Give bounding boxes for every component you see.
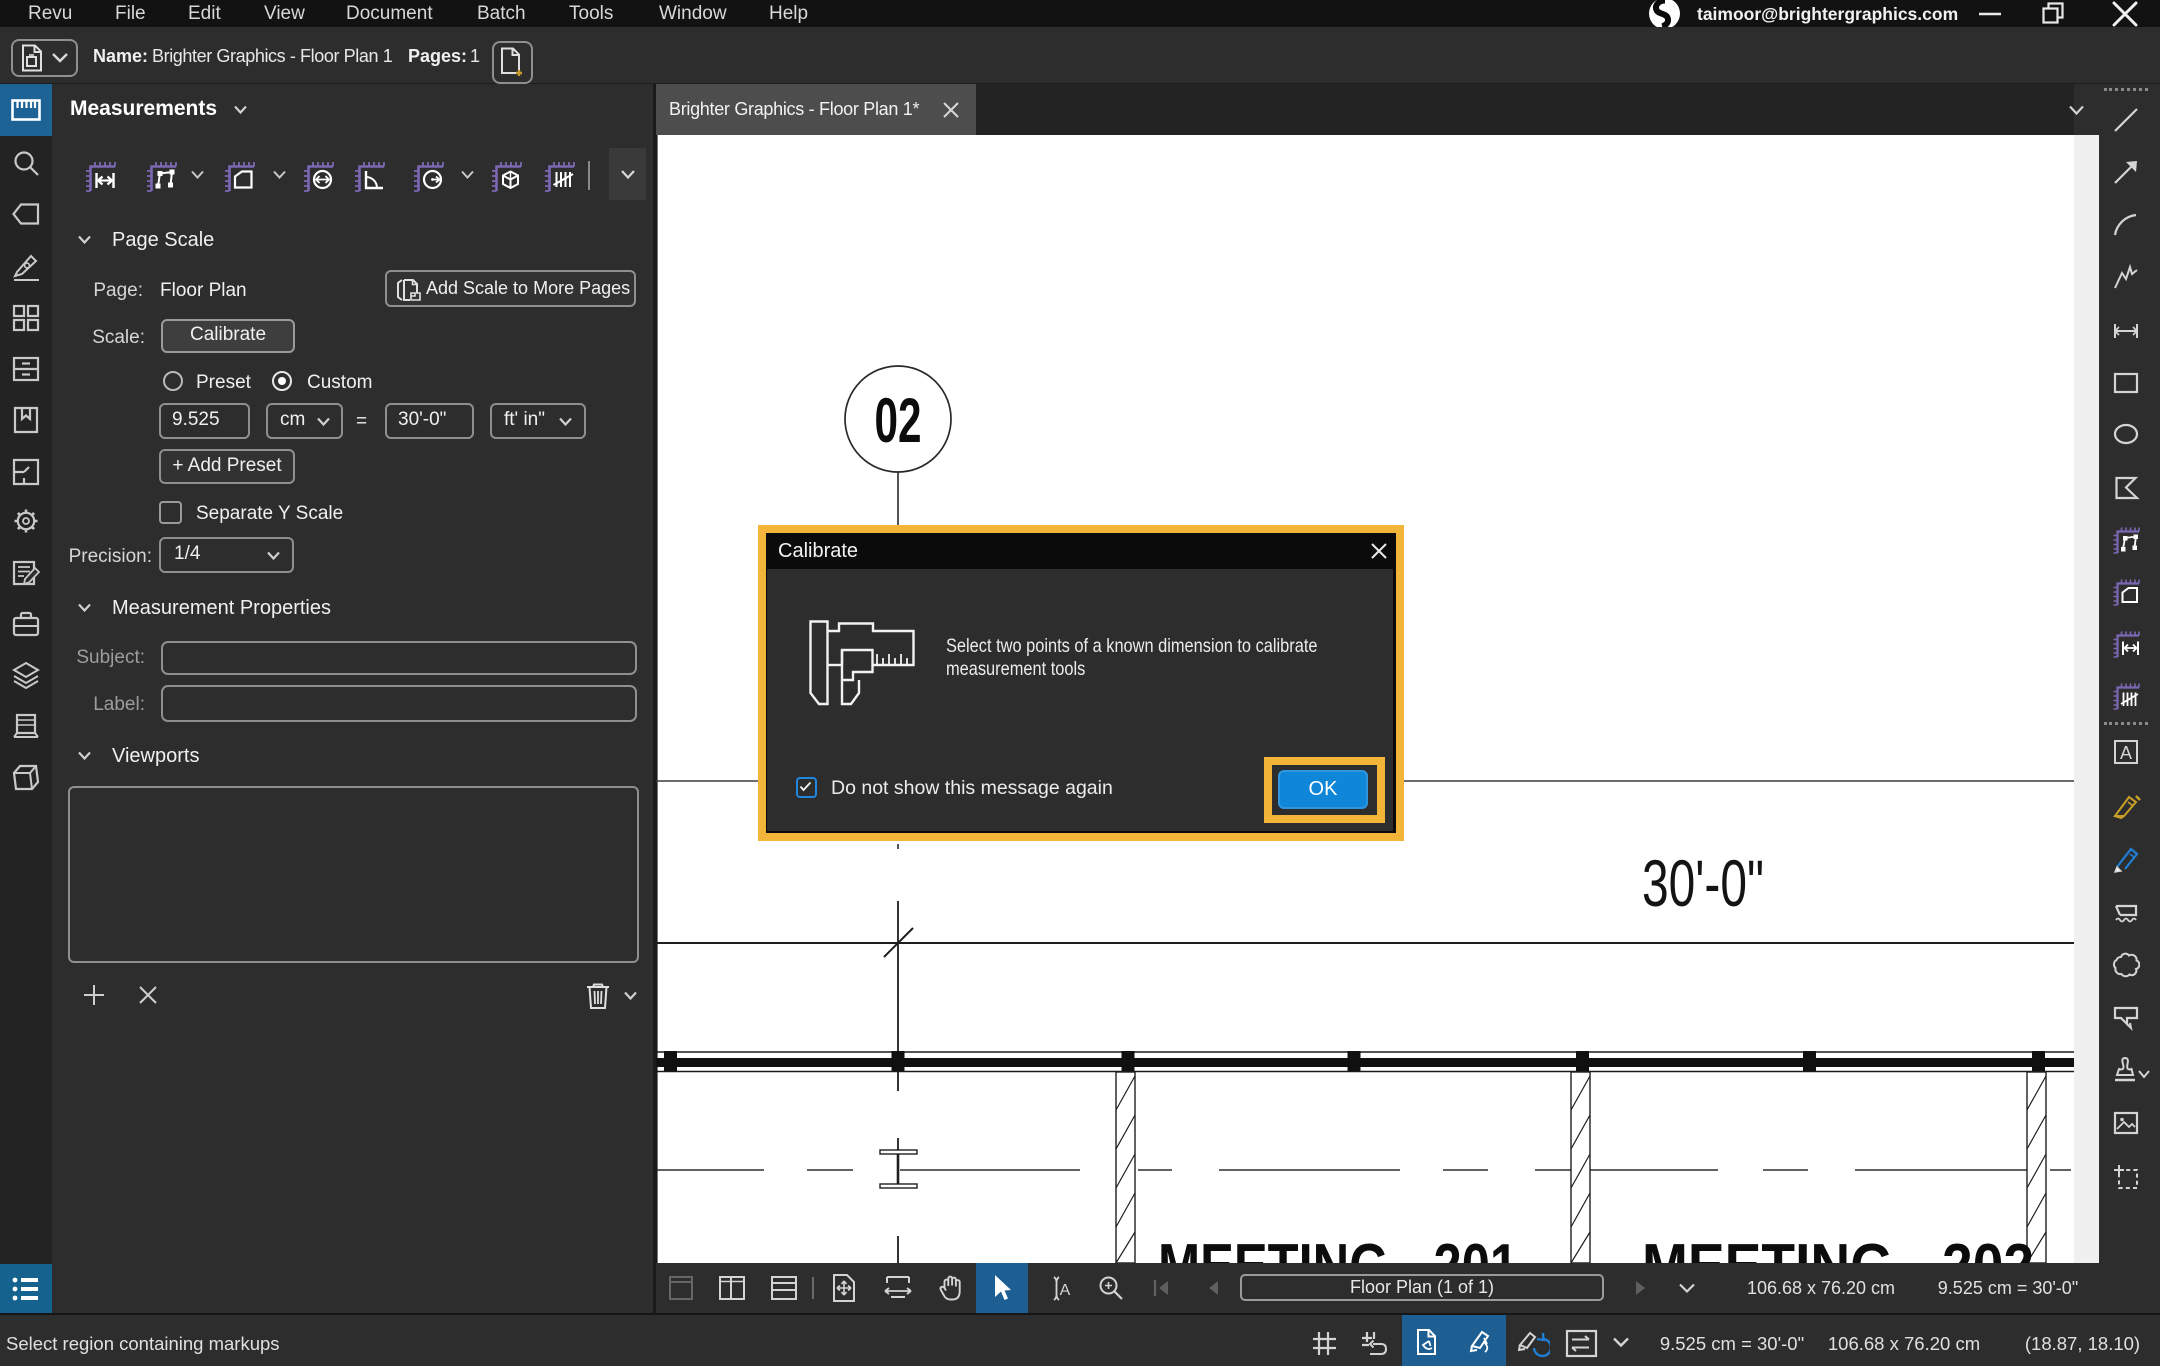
svg-text:02: 02 xyxy=(875,386,922,456)
svg-text:30'-0": 30'-0" xyxy=(1642,846,1764,920)
svg-text:A: A xyxy=(1060,1282,1071,1299)
svg-text:MEETING - 201: MEETING - 201 xyxy=(1158,1232,1518,1263)
svg-text:MEETING - 202: MEETING - 202 xyxy=(1642,1232,2034,1263)
svg-text:A: A xyxy=(2120,743,2132,763)
